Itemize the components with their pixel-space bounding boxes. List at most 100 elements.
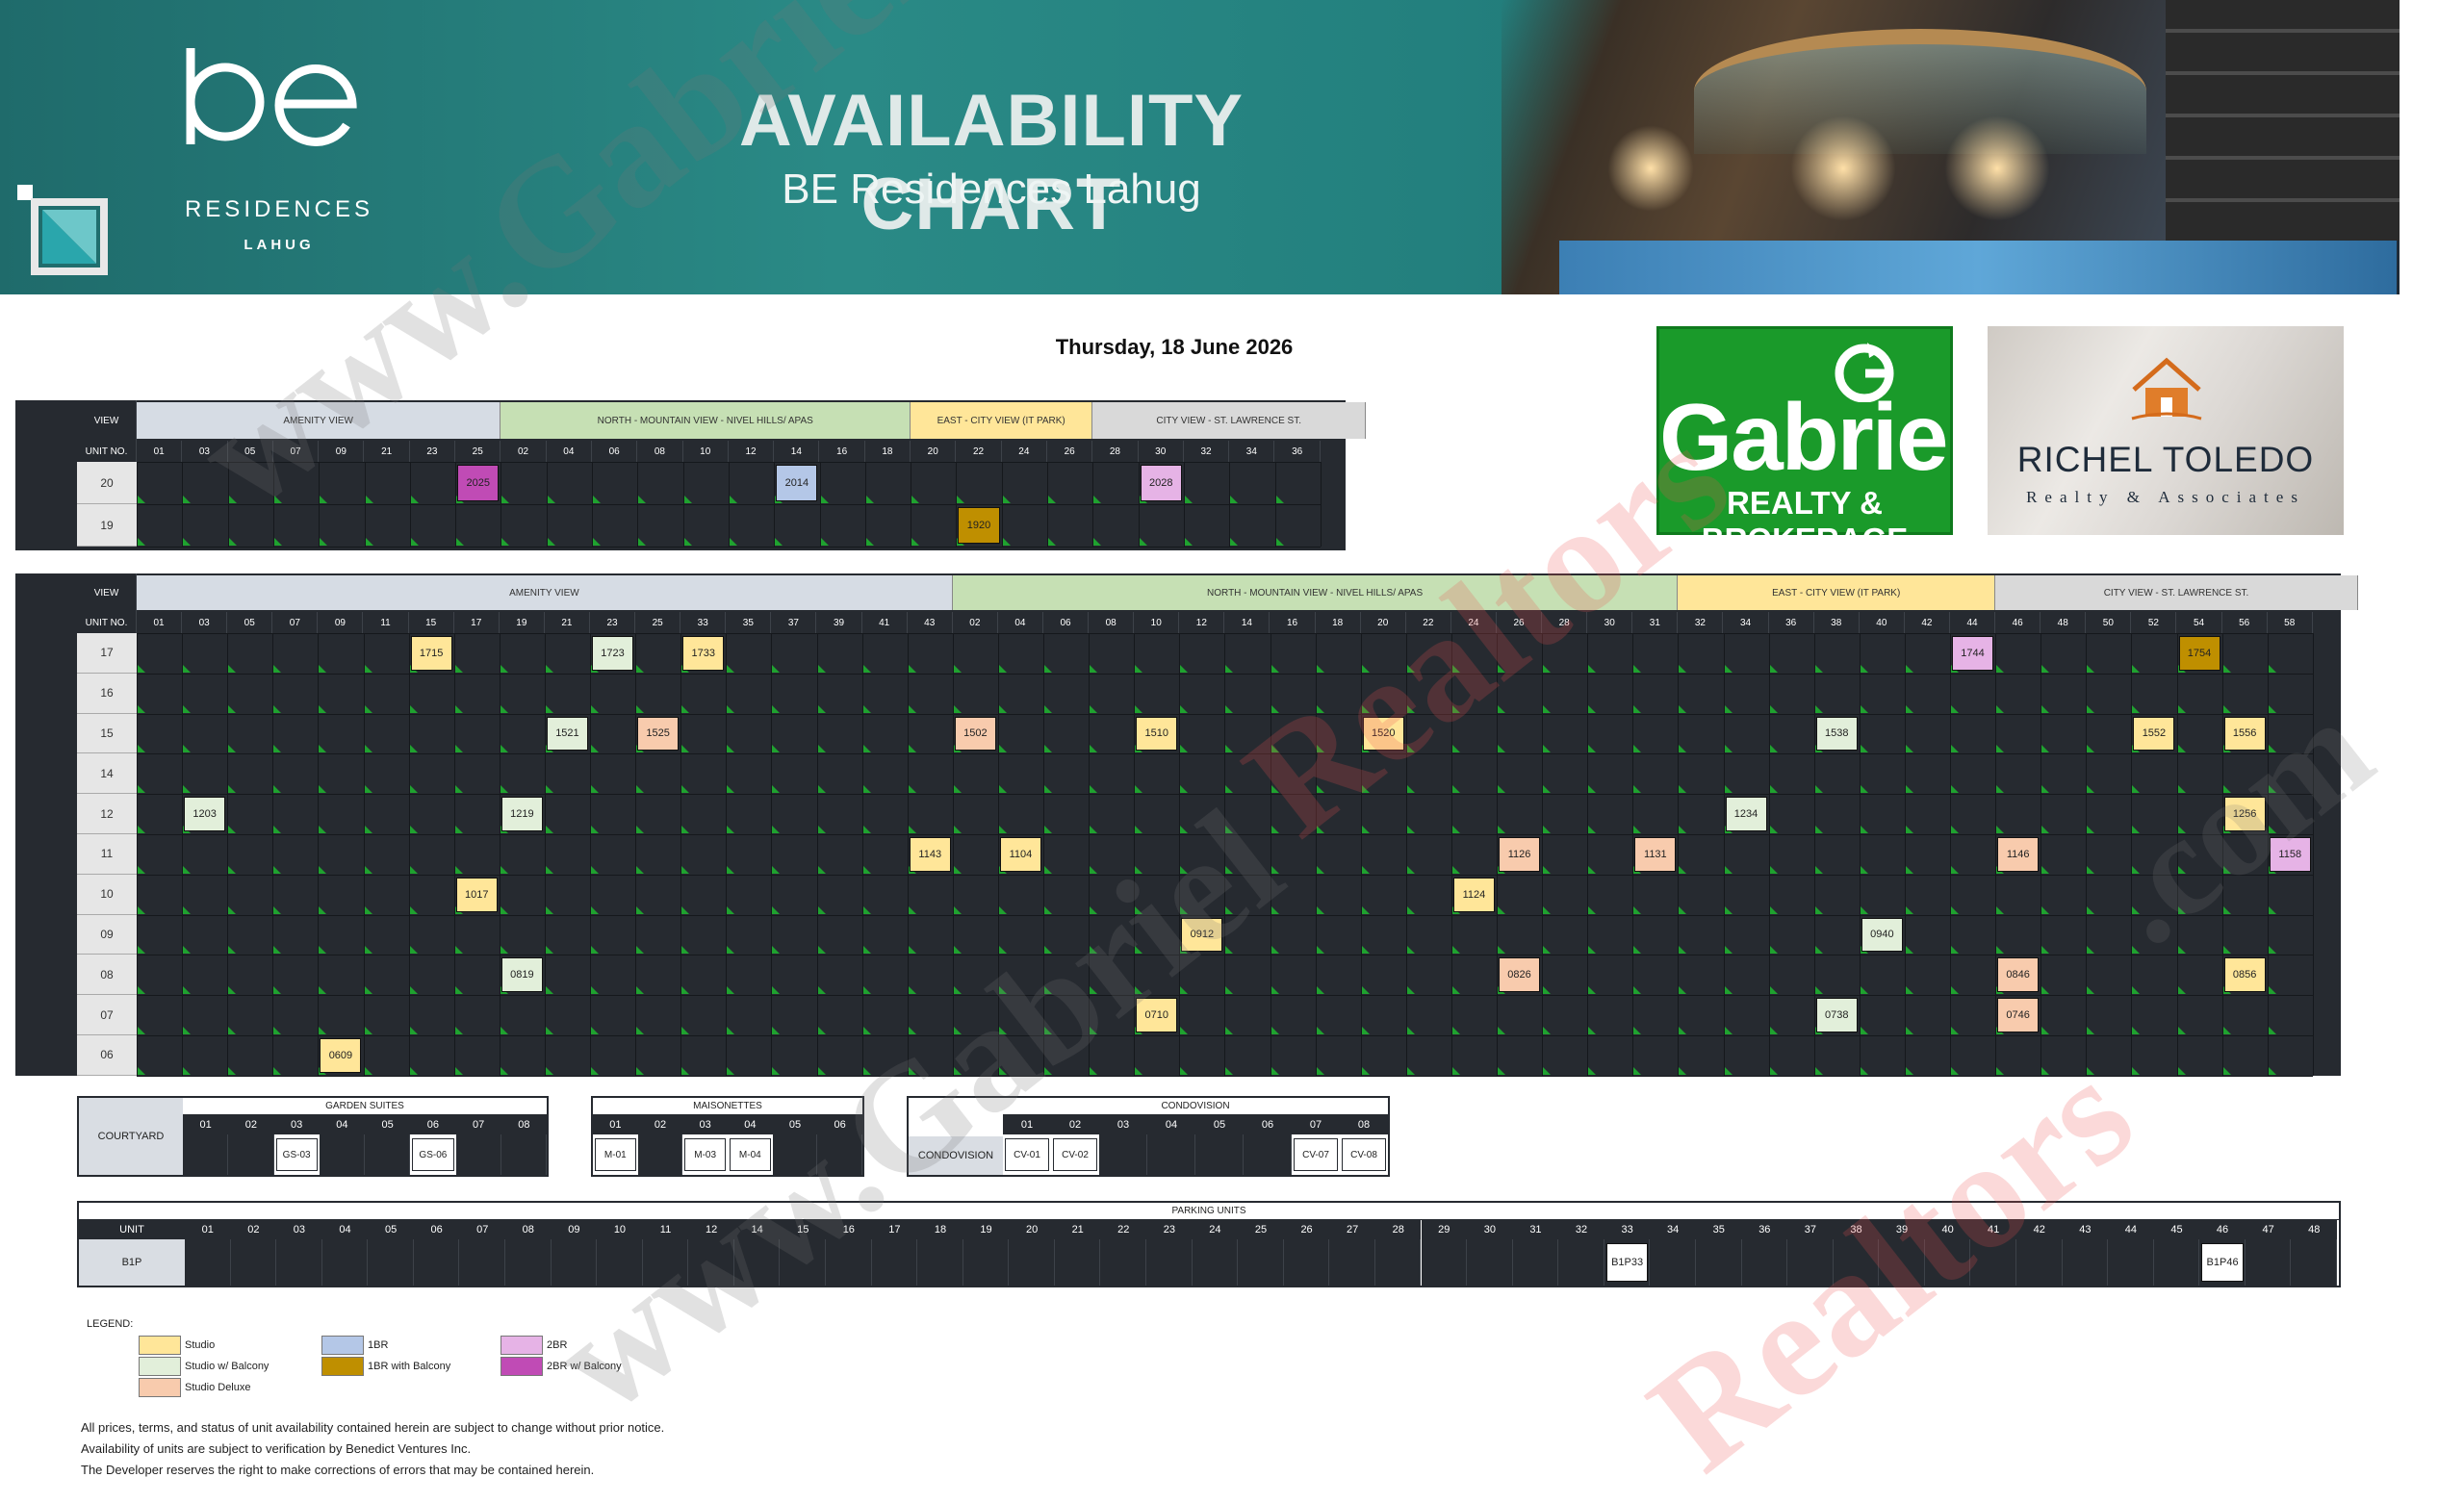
status-tick-icon	[1769, 664, 1778, 673]
condovision-unit-cell	[1147, 1134, 1195, 1175]
available-unit[interactable]: 0846	[1997, 957, 2040, 993]
status-tick-icon	[273, 704, 282, 713]
condovision-available-unit[interactable]: CV-08	[1342, 1138, 1386, 1171]
parking-cell	[2153, 1239, 2200, 1286]
available-unit[interactable]: 1017	[455, 877, 498, 912]
available-unit[interactable]: 1510	[1136, 716, 1178, 752]
status-tick-icon	[1588, 785, 1597, 794]
available-unit[interactable]: 0738	[1815, 998, 1858, 1032]
status-tick-icon	[228, 704, 237, 713]
parking-unit-header: 04	[321, 1220, 369, 1239]
available-unit[interactable]: 1754	[2178, 636, 2220, 671]
status-tick-icon	[545, 946, 553, 955]
parking-available-unit[interactable]: B1P46	[2201, 1243, 2244, 1282]
available-unit[interactable]: 2028	[1140, 465, 1182, 501]
available-unit[interactable]: 1520	[1362, 716, 1404, 752]
maisonettes-available-unit[interactable]: M-04	[730, 1138, 771, 1171]
available-unit[interactable]: 1126	[1499, 837, 1541, 872]
status-tick-icon	[591, 826, 599, 833]
status-tick-icon	[2268, 905, 2276, 914]
grid-line	[272, 633, 274, 1076]
status-tick-icon	[2177, 745, 2186, 753]
available-unit[interactable]: 1146	[1997, 837, 2040, 872]
floor-number: 07	[77, 995, 137, 1035]
status-tick-icon	[1498, 826, 1505, 833]
maisonettes-available-unit[interactable]: M-01	[595, 1138, 636, 1171]
available-unit[interactable]: 2025	[457, 465, 500, 501]
condovision-available-unit[interactable]: CV-07	[1294, 1138, 1338, 1171]
legend-label: 2BR w/ Balcony	[547, 1361, 622, 1372]
grid-line	[1450, 633, 1452, 1076]
courtyard-available-unit[interactable]: GS-03	[275, 1138, 318, 1171]
status-tick-icon	[1860, 745, 1868, 753]
available-unit[interactable]: 1723	[592, 636, 634, 671]
condovision-available-unit[interactable]: CV-02	[1053, 1138, 1097, 1171]
status-tick-icon	[1679, 865, 1687, 874]
status-tick-icon	[1451, 745, 1460, 753]
status-tick-icon	[1724, 1066, 1732, 1075]
status-tick-icon	[1724, 664, 1732, 673]
parking-cell	[2245, 1239, 2292, 1286]
grid-line	[2267, 633, 2269, 1076]
maisonettes-available-unit[interactable]: M-03	[684, 1138, 726, 1171]
status-tick-icon	[1451, 1027, 1460, 1034]
status-tick-icon	[1769, 905, 1778, 914]
available-unit[interactable]: 0940	[1861, 917, 1903, 953]
available-unit[interactable]: 1744	[1952, 636, 1994, 671]
view-section-east: EAST - CITY VIEW (IT PARK)	[1678, 575, 1996, 610]
available-unit[interactable]: 0609	[320, 1038, 362, 1073]
disclaimer-line: Availability of units are subject to ver…	[81, 1441, 472, 1456]
available-unit[interactable]: 1552	[2133, 716, 2175, 752]
available-unit[interactable]: 1234	[1725, 797, 1767, 831]
available-unit[interactable]: 1502	[954, 716, 996, 752]
available-unit[interactable]: 1525	[637, 716, 680, 752]
status-tick-icon	[1225, 1027, 1234, 1034]
available-unit[interactable]: 1143	[909, 837, 951, 872]
available-unit[interactable]: 1158	[2269, 837, 2311, 872]
status-tick-icon	[1905, 704, 1913, 713]
available-unit[interactable]: 1124	[1452, 877, 1495, 912]
status-tick-icon	[1588, 905, 1597, 914]
unit-header: 56	[2221, 612, 2268, 633]
available-unit[interactable]: 1538	[1815, 716, 1858, 752]
available-unit[interactable]: 0912	[1181, 917, 1223, 953]
header-banner: RESIDENCES LAHUG AVAILABILITY CHART BE R…	[0, 0, 2400, 294]
available-unit[interactable]: 1733	[682, 636, 725, 671]
available-unit[interactable]: 1104	[999, 837, 1041, 872]
status-tick-icon	[365, 496, 373, 503]
canopy-shape	[1694, 29, 2146, 154]
available-unit[interactable]: 1219	[500, 797, 543, 831]
status-tick-icon	[1093, 496, 1102, 503]
status-tick-icon	[911, 496, 920, 503]
status-tick-icon	[183, 538, 192, 546]
status-tick-icon	[1406, 1066, 1415, 1075]
available-unit[interactable]: 1521	[546, 716, 588, 752]
status-tick-icon	[1225, 905, 1234, 914]
status-tick-icon	[1090, 905, 1098, 914]
available-unit[interactable]: 1203	[184, 797, 226, 831]
status-tick-icon	[364, 664, 372, 673]
floor-number: 20	[77, 462, 137, 504]
floor-number: 11	[77, 834, 137, 875]
available-unit[interactable]: 2014	[776, 465, 818, 501]
available-unit[interactable]: 0746	[1997, 998, 2040, 1032]
available-unit[interactable]: 0710	[1136, 998, 1178, 1032]
courtyard-available-unit[interactable]: GS-06	[412, 1138, 454, 1171]
available-unit[interactable]: 0826	[1499, 957, 1541, 993]
status-tick-icon	[1724, 865, 1732, 874]
available-unit[interactable]: 1920	[958, 507, 1000, 544]
available-unit[interactable]: 1256	[2223, 797, 2266, 831]
status-tick-icon	[1406, 865, 1415, 874]
available-unit[interactable]: 0856	[2223, 957, 2266, 993]
status-tick-icon	[1498, 664, 1505, 673]
available-unit[interactable]: 1715	[410, 636, 452, 671]
parking-available-unit[interactable]: B1P33	[1605, 1243, 1649, 1282]
available-unit[interactable]: 0819	[500, 957, 543, 993]
parking-unit-header: 16	[826, 1220, 872, 1239]
status-tick-icon	[1270, 664, 1279, 673]
status-tick-icon	[228, 1027, 237, 1034]
available-unit[interactable]: 1131	[1634, 837, 1677, 872]
condovision-available-unit[interactable]: CV-01	[1005, 1138, 1049, 1171]
status-tick-icon	[1724, 785, 1732, 794]
available-unit[interactable]: 1556	[2223, 716, 2266, 752]
